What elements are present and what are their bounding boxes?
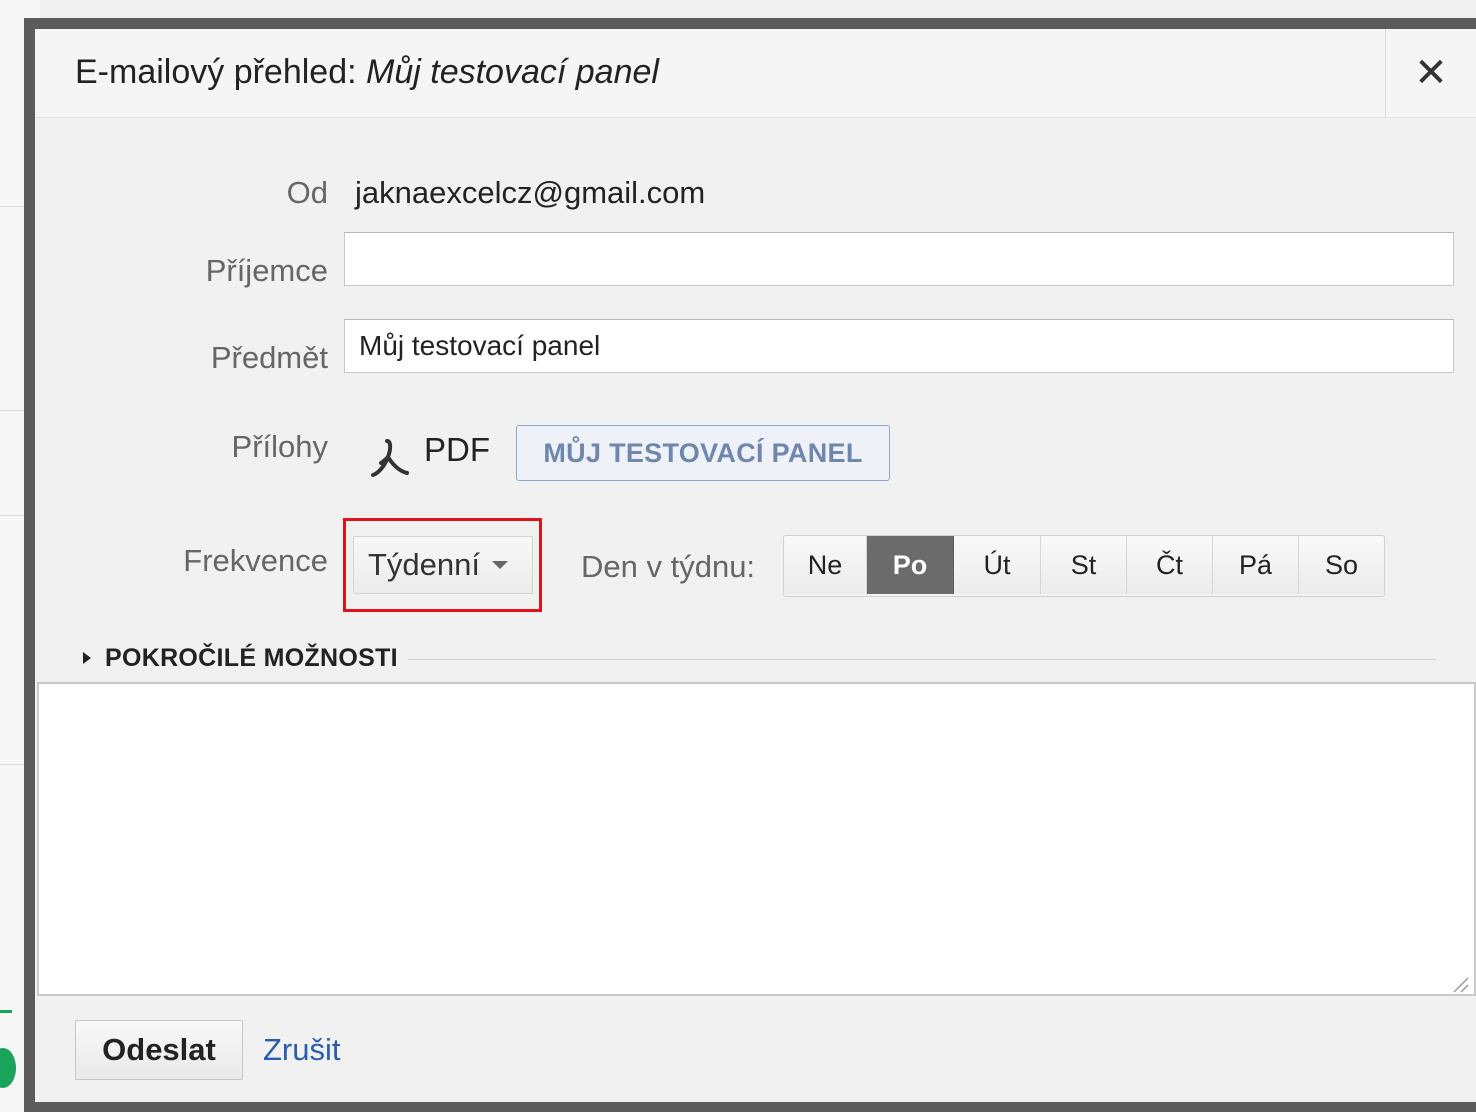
recipients-input[interactable] (344, 232, 1454, 286)
advanced-options-divider (407, 658, 1436, 660)
weekday-button-friday[interactable]: Pá (1213, 536, 1299, 594)
pdf-icon (371, 439, 409, 477)
frequency-label: Frekvence (183, 543, 328, 578)
dialog-footer: Odeslat Zrušit (35, 998, 1476, 1102)
dialog-titlebar: E-mailový přehled: Můj testovací panel ✕ (35, 29, 1476, 118)
email-report-dialog: E-mailový přehled: Můj testovací panel ✕… (24, 18, 1476, 1112)
message-body-textarea[interactable] (37, 682, 1476, 996)
attachment-format: PDF (424, 431, 490, 468)
attachments-label: Přílohy (231, 429, 328, 464)
resize-grip-icon[interactable] (1450, 974, 1470, 994)
advanced-options-toggle[interactable]: POKROČILÉ MOŽNOSTI (83, 643, 1436, 673)
from-value: jaknaexcelcz@gmail.com (355, 175, 706, 210)
from-label: Od (286, 175, 328, 210)
dialog-title-prefix: E-mailový přehled: (75, 53, 357, 91)
weekday-selector: Ne Po Út St Čt Pá So (783, 535, 1385, 597)
close-button[interactable]: ✕ (1385, 29, 1476, 117)
dialog-title-panel-name: Můj testovací panel (366, 53, 659, 91)
frequency-dropdown[interactable]: Týdenní (353, 536, 533, 594)
weekday-label: Den v týdnu: (581, 549, 756, 584)
weekday-button-sunday[interactable]: Ne (784, 536, 867, 594)
frequency-value: Týdenní (368, 547, 481, 582)
attachment-chip[interactable]: MŮJ TESTOVACÍ PANEL (516, 425, 890, 481)
close-icon: ✕ (1414, 51, 1448, 95)
weekday-button-wednesday[interactable]: St (1041, 536, 1127, 594)
recipients-label: Příjemce (205, 253, 328, 288)
subject-label: Předmět (210, 340, 328, 375)
weekday-button-monday[interactable]: Po (867, 536, 954, 594)
weekday-button-saturday[interactable]: So (1299, 536, 1384, 594)
triangle-right-icon (83, 652, 91, 664)
subject-input[interactable] (344, 319, 1454, 373)
dialog-title: E-mailový přehled: Můj testovací panel (75, 53, 659, 92)
cancel-link[interactable]: Zrušit (263, 1032, 341, 1068)
background-green-shape (0, 1048, 16, 1088)
weekday-button-thursday[interactable]: Čt (1127, 536, 1213, 594)
chevron-down-icon (492, 561, 509, 569)
send-button[interactable]: Odeslat (75, 1020, 243, 1080)
weekday-button-tuesday[interactable]: Út (954, 536, 1041, 594)
advanced-options-label: POKROČILÉ MOŽNOSTI (105, 643, 398, 672)
background-green-mark (0, 1010, 12, 1013)
